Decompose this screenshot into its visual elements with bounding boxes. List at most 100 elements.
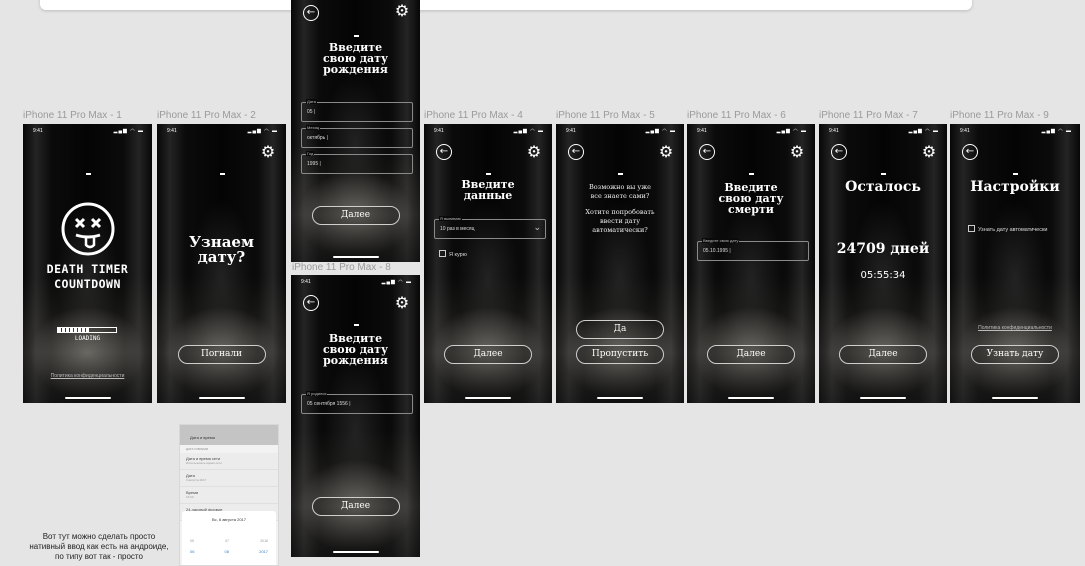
- back-icon[interactable]: ←: [303, 295, 319, 311]
- gear-icon[interactable]: ⚙: [658, 144, 674, 160]
- smoker-checkbox[interactable]: Я курю: [439, 250, 467, 258]
- top-panel: [40, 0, 972, 10]
- frame-label-8[interactable]: iPhone 11 Pro Max - 8: [292, 262, 391, 273]
- loading-label: LOADING: [74, 335, 101, 342]
- divider: [219, 173, 225, 175]
- screen-remaining[interactable]: 9:41 ▂▄▆ ◠ ▬ ← ⚙ Осталось 24709 дней 05:5…: [819, 124, 947, 403]
- start-button[interactable]: Погнали: [177, 345, 266, 364]
- screen-enter-data[interactable]: 9:41 ▂▄▆ ◠ ▬ ← ⚙ Введите данные Я выпиваю…: [424, 124, 552, 403]
- intro-title: Узнаем дату?: [157, 235, 286, 265]
- back-icon[interactable]: ←: [303, 5, 319, 21]
- status-bar: 9:41 ▂▄▆ ◠ ▬: [566, 128, 676, 136]
- next-button[interactable]: Далее: [839, 345, 927, 364]
- question-text-2: Хотите попробовать ввести дату автоматич…: [556, 208, 684, 235]
- home-indicator: [332, 551, 379, 553]
- enter-data-title: Введите данные: [424, 179, 552, 201]
- screen-auto-question[interactable]: 9:41 ▂▄▆ ◠ ▬ ← ⚙ Возможно вы уже все знае…: [556, 124, 684, 403]
- status-bar: 9:41 ▂▄▆ ◠ ▬: [301, 279, 412, 287]
- screen-splash[interactable]: 9:41 ▂▄▆ ◠ ▬ Death Timer Countdown LOADIN…: [23, 124, 152, 403]
- back-icon[interactable]: ←: [831, 144, 847, 160]
- next-button[interactable]: Далее: [311, 206, 400, 225]
- status-time: 9:41: [33, 128, 43, 134]
- year-field-value: 1995 |: [307, 161, 321, 167]
- app-title-line-1: Death Timer: [46, 262, 129, 276]
- divider: [486, 173, 491, 175]
- month-field-value: октябрь |: [307, 135, 328, 141]
- picker-row-sub: Использовать время сети: [186, 461, 222, 465]
- question-line-4: ввести дату: [599, 217, 641, 225]
- year-field-label: Год: [306, 151, 315, 156]
- back-icon[interactable]: ←: [962, 144, 978, 160]
- gear-icon[interactable]: ⚙: [260, 144, 276, 160]
- home-indicator: [64, 397, 111, 399]
- frame-label-9[interactable]: iPhone 11 Pro Max - 9: [950, 110, 1049, 121]
- divider: [749, 173, 754, 175]
- birthdate-title: Введите свою дату рождения: [291, 333, 420, 366]
- screen-birthdate-single[interactable]: 9:41 ▂▄▆ ◠ ▬ ← ⚙ Введите свою дату рожден…: [291, 275, 420, 557]
- frame-label-1[interactable]: iPhone 11 Pro Max - 1: [23, 110, 122, 121]
- drinking-select[interactable]: Я выпиваю 10 раз в месяц ⌄: [434, 216, 546, 239]
- frame-label-6[interactable]: iPhone 11 Pro Max - 6: [687, 110, 786, 121]
- death-date-field[interactable]: Введите свою дату 05.10.1995 |: [697, 238, 809, 261]
- picker-selected: 06 08 2017: [190, 549, 268, 554]
- privacy-link[interactable]: Политика конфиденциальности: [23, 373, 152, 379]
- frame-label-2[interactable]: iPhone 11 Pro Max - 2: [157, 110, 256, 121]
- year-field[interactable]: Год 1995 |: [301, 151, 413, 174]
- gear-icon[interactable]: ⚙: [394, 3, 410, 19]
- skip-button[interactable]: Пропустить: [576, 345, 664, 364]
- screen-intro[interactable]: 9:41 ▂▄▆ ◠ ▬ ⚙ Узнаем дату? Погнали: [157, 124, 286, 403]
- picker-row-sub: 16:00: [186, 495, 194, 499]
- day-field-value: 05 |: [307, 109, 316, 115]
- frame-label-5[interactable]: iPhone 11 Pro Max - 5: [556, 110, 655, 121]
- birthdate-field[interactable]: Я родился 05 сентября 1556 |: [301, 391, 413, 414]
- question-line-5: автоматически?: [592, 226, 648, 234]
- next-button[interactable]: Далее: [707, 345, 795, 364]
- gear-icon[interactable]: ⚙: [921, 144, 937, 160]
- question-line-2: все знаете сами?: [590, 192, 650, 200]
- day-field[interactable]: Дата 05 |: [301, 99, 413, 122]
- picker-modal: Вс, 6 августа 2017 05 07 2016 06 08 2017: [182, 511, 276, 565]
- gear-icon[interactable]: ⚙: [394, 295, 410, 311]
- checkbox-icon[interactable]: [439, 250, 446, 257]
- picker-day: 05: [190, 539, 194, 543]
- find-date-button[interactable]: Узнать дату: [971, 345, 1059, 364]
- screen-birthdate-fields[interactable]: ← ⚙ Введите свою дату рождения Дата 05 |…: [291, 0, 420, 262]
- privacy-link[interactable]: Политика конфиденциальности: [950, 325, 1080, 331]
- status-icons: ▂▄▆ ◠ ▬: [776, 128, 807, 134]
- checkbox-icon[interactable]: [968, 225, 975, 232]
- frame-label-4[interactable]: iPhone 11 Pro Max - 4: [424, 110, 523, 121]
- birthdate-title: Введите свою дату рождения: [291, 42, 420, 75]
- divider: [1013, 173, 1018, 175]
- back-icon[interactable]: ←: [699, 144, 715, 160]
- title-line-3: рождения: [323, 354, 388, 367]
- chevron-down-icon: ⌄: [533, 223, 541, 233]
- intro-title-line-2: дату?: [197, 248, 246, 266]
- back-icon[interactable]: ←: [568, 144, 584, 160]
- yes-button[interactable]: Да: [576, 320, 664, 339]
- status-icons: ▂▄▆ ◠ ▬: [381, 279, 412, 285]
- picker-selected-year: 2017: [259, 549, 268, 554]
- status-bar: 9:41 ▂▄▆ ◠ ▬: [697, 128, 807, 136]
- back-icon[interactable]: ←: [436, 144, 452, 160]
- status-time: 9:41: [301, 279, 311, 285]
- next-button[interactable]: Далее: [311, 497, 400, 516]
- screen-settings[interactable]: 9:41 ▂▄▆ ◠ ▬ ← Настройки Узнать дату авто…: [950, 124, 1080, 403]
- gear-icon[interactable]: ⚙: [526, 144, 542, 160]
- divider: [353, 324, 359, 326]
- next-button[interactable]: Далее: [444, 345, 532, 364]
- month-field[interactable]: Месяц октябрь |: [301, 125, 413, 148]
- app-title-line-2: Countdown: [54, 276, 121, 291]
- auto-date-checkbox[interactable]: Узнать дату автоматически: [968, 225, 1047, 233]
- month-field-label: Месяц: [306, 125, 321, 130]
- screen-death-date[interactable]: 9:41 ▂▄▆ ◠ ▬ ← ⚙ Введите свою дату смерти…: [687, 124, 815, 403]
- status-time: 9:41: [566, 128, 576, 134]
- loading-bar-fill: [58, 328, 90, 332]
- picker-section: ДАТА И ВРЕМЯ: [186, 447, 209, 451]
- frame-label-7[interactable]: iPhone 11 Pro Max - 7: [819, 110, 918, 121]
- picker-row-sub: 9 августа 2017: [186, 478, 207, 482]
- divider: [881, 173, 886, 175]
- status-time: 9:41: [697, 128, 707, 134]
- dizzy-face-icon: [61, 202, 115, 256]
- gear-icon[interactable]: ⚙: [789, 144, 805, 160]
- home-indicator: [465, 397, 511, 399]
